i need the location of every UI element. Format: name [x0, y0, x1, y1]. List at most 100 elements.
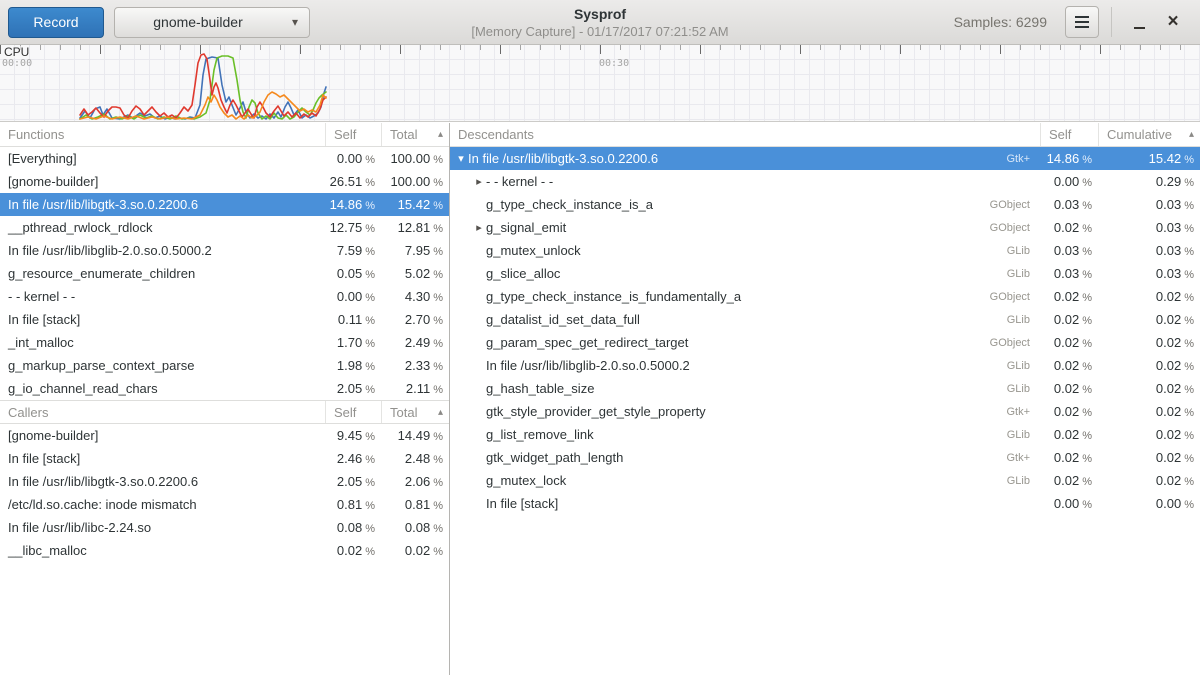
close-button[interactable]: ×	[1156, 5, 1190, 39]
function-name: g_param_spec_get_redirect_target	[486, 335, 688, 350]
percent-number: 0.02	[1054, 450, 1079, 465]
tree-name-cell: g_type_check_instance_is_aGObject	[450, 197, 1040, 212]
tree-name-cell: ▾In file /usr/lib/libgtk-3.so.0.2200.6Gt…	[450, 151, 1040, 166]
table-row[interactable]: [gnome-builder]9.45%14.49%	[0, 424, 449, 447]
table-row[interactable]: /etc/ld.so.cache: inode mismatch0.81%0.8…	[0, 493, 449, 516]
function-name: g_type_check_instance_is_a	[486, 197, 653, 212]
percent-sign: %	[1184, 476, 1194, 488]
tree-row[interactable]: g_param_spec_get_redirect_targetGObject0…	[450, 331, 1200, 354]
descendants-cumulative-column-header[interactable]: Cumulative ▴	[1098, 123, 1200, 146]
table-row[interactable]: - - kernel - -0.00%4.30%	[0, 285, 449, 308]
functions-column-header[interactable]: Functions	[0, 127, 325, 142]
percent-number: 0.03	[1156, 197, 1181, 212]
tree-row[interactable]: In file [stack]0.00%0.00%	[450, 492, 1200, 515]
table-row[interactable]: In file /usr/lib/libglib-2.0.so.0.5000.2…	[0, 239, 449, 262]
minimize-button[interactable]	[1122, 5, 1156, 39]
table-row[interactable]: g_markup_parse_context_parse1.98%2.33%	[0, 354, 449, 377]
expander-closed-icon[interactable]: ▸	[472, 175, 486, 188]
minor-tick	[420, 45, 421, 50]
function-name: g_io_channel_read_chars	[0, 381, 325, 396]
tree-row[interactable]: g_mutex_unlockGLib0.03%0.03%	[450, 239, 1200, 262]
percent-number: 0.29	[1156, 174, 1181, 189]
table-row[interactable]: In file [stack]0.11%2.70%	[0, 308, 449, 331]
callers-table: Callers Self Total ▴ [gnome-builder]9.45…	[0, 400, 449, 562]
function-name: g_mutex_unlock	[486, 243, 581, 258]
tree-row[interactable]: gtk_widget_path_lengthGtk+0.02%0.02%	[450, 446, 1200, 469]
percent-value: 0.02%	[1098, 427, 1200, 442]
sort-ascending-icon: ▴	[430, 407, 443, 418]
callers-self-column-header[interactable]: Self	[325, 401, 381, 423]
percent-value: 0.02%	[1040, 473, 1098, 488]
function-name: In file [stack]	[486, 496, 558, 511]
percent-value: 0.02%	[1098, 312, 1200, 327]
process-selector-dropdown[interactable]: gnome-builder ▾	[114, 7, 310, 38]
function-name: In file /usr/lib/libgtk-3.so.0.2200.6	[468, 151, 658, 166]
descendants-column-header[interactable]: Descendants	[450, 127, 1040, 142]
minor-tick	[960, 45, 961, 50]
table-row[interactable]: In file /usr/lib/libgtk-3.so.0.2200.62.0…	[0, 470, 449, 493]
tree-row[interactable]: g_list_remove_linkGLib0.02%0.02%	[450, 423, 1200, 446]
percent-sign: %	[365, 154, 375, 166]
percent-value: 0.02%	[1098, 358, 1200, 373]
tree-row[interactable]: g_slice_allocGLib0.03%0.03%	[450, 262, 1200, 285]
expander-closed-icon[interactable]: ▸	[472, 221, 486, 234]
percent-value: 0.02%	[1040, 289, 1098, 304]
tree-row[interactable]: ▸- - kernel - -0.00%0.29%	[450, 170, 1200, 193]
percent-sign: %	[365, 431, 375, 443]
percent-number: 0.02	[1054, 358, 1079, 373]
minor-tick	[180, 45, 181, 50]
percent-sign: %	[1184, 361, 1194, 373]
table-row[interactable]: [Everything]0.00%100.00%	[0, 147, 449, 170]
percent-sign: %	[365, 546, 375, 558]
sysprof-window: Record gnome-builder ▾ Sysprof [Memory C…	[0, 0, 1200, 675]
menu-button[interactable]	[1065, 6, 1099, 38]
percent-sign: %	[1082, 177, 1092, 189]
functions-self-column-header[interactable]: Self	[325, 123, 381, 146]
callers-total-column-header[interactable]: Total ▴	[381, 401, 449, 423]
library-tag: GObject	[990, 337, 1040, 349]
table-row[interactable]: In file /usr/lib/libc-2.24.so0.08%0.08%	[0, 516, 449, 539]
function-name: _int_malloc	[0, 335, 325, 350]
percent-value: 0.02%	[1098, 473, 1200, 488]
tree-name-cell: g_datalist_id_set_data_fullGLib	[450, 312, 1040, 327]
function-name: gtk_style_provider_get_style_property	[486, 404, 706, 419]
tree-row[interactable]: g_hash_table_sizeGLib0.02%0.02%	[450, 377, 1200, 400]
table-row[interactable]: g_resource_enumerate_children0.05%5.02%	[0, 262, 449, 285]
percent-sign: %	[365, 384, 375, 396]
main-panes: Functions Self Total ▴ [Everything]0.00%…	[0, 123, 1200, 675]
tree-row[interactable]: g_datalist_id_set_data_fullGLib0.02%0.02…	[450, 308, 1200, 331]
minor-tick	[660, 45, 661, 50]
functions-total-column-header[interactable]: Total ▴	[381, 123, 449, 146]
table-row[interactable]: g_io_channel_read_chars2.05%2.11%	[0, 377, 449, 400]
descendants-self-column-header[interactable]: Self	[1040, 123, 1098, 146]
percent-sign: %	[433, 315, 443, 327]
tree-row[interactable]: g_type_check_instance_is_fundamentally_a…	[450, 285, 1200, 308]
minor-tick	[920, 45, 921, 50]
percent-value: 2.11%	[381, 381, 449, 396]
major-tick	[900, 45, 901, 54]
tree-row[interactable]: g_type_check_instance_is_aGObject0.03%0.…	[450, 193, 1200, 216]
table-row[interactable]: __libc_malloc0.02%0.02%	[0, 539, 449, 562]
record-button[interactable]: Record	[8, 7, 104, 38]
minor-tick	[980, 45, 981, 50]
tree-row[interactable]: ▾In file /usr/lib/libgtk-3.so.0.2200.6Gt…	[450, 147, 1200, 170]
callers-column-header[interactable]: Callers	[0, 405, 325, 420]
percent-sign: %	[1184, 453, 1194, 465]
table-row[interactable]: __pthread_rwlock_rdlock12.75%12.81%	[0, 216, 449, 239]
tree-row[interactable]: g_mutex_lockGLib0.02%0.02%	[450, 469, 1200, 492]
percent-number: 26.51	[330, 174, 363, 189]
percent-sign: %	[365, 269, 375, 281]
minor-tick	[380, 45, 381, 50]
tree-row[interactable]: ▸g_signal_emitGObject0.02%0.03%	[450, 216, 1200, 239]
table-row[interactable]: In file /usr/lib/libgtk-3.so.0.2200.614.…	[0, 193, 449, 216]
library-tag: GObject	[990, 291, 1040, 303]
percent-number: 0.02	[1156, 358, 1181, 373]
tree-row[interactable]: gtk_style_provider_get_style_propertyGtk…	[450, 400, 1200, 423]
cpu-graph[interactable]: CPU 00:00 00:30	[0, 45, 1200, 122]
tree-row[interactable]: In file /usr/lib/libglib-2.0.so.0.5000.2…	[450, 354, 1200, 377]
percent-number: 0.03	[1054, 266, 1079, 281]
expander-open-icon[interactable]: ▾	[454, 152, 468, 165]
table-row[interactable]: _int_malloc1.70%2.49%	[0, 331, 449, 354]
table-row[interactable]: In file [stack]2.46%2.48%	[0, 447, 449, 470]
table-row[interactable]: [gnome-builder]26.51%100.00%	[0, 170, 449, 193]
